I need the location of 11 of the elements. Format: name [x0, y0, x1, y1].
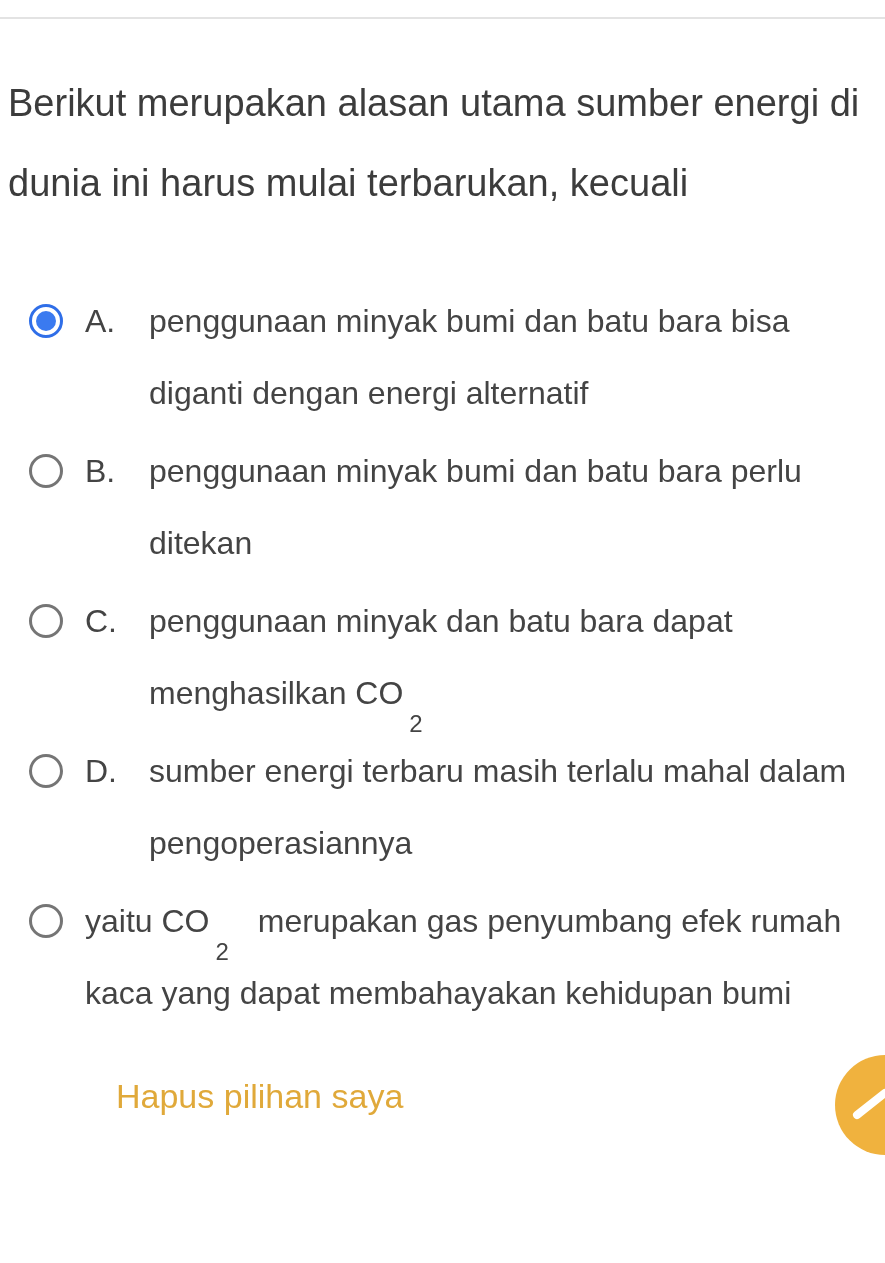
question-text: Berikut merupakan alasan utama sumber energi di dunia ini harus mulai terbarukan, kecuali — [8, 81, 861, 206]
radio-button[interactable] — [29, 454, 63, 488]
radio-button[interactable] — [29, 304, 63, 338]
clear-selection-link[interactable]: Hapus pilihan saya — [116, 1077, 404, 1115]
option-letter: C. — [85, 602, 118, 641]
option-letter: D. — [85, 752, 118, 791]
option-letter: B. — [85, 452, 117, 491]
radio-button[interactable] — [29, 904, 63, 938]
radio-button[interactable] — [29, 604, 63, 638]
radio-button[interactable] — [29, 754, 63, 788]
option-letter: A. — [85, 302, 117, 341]
